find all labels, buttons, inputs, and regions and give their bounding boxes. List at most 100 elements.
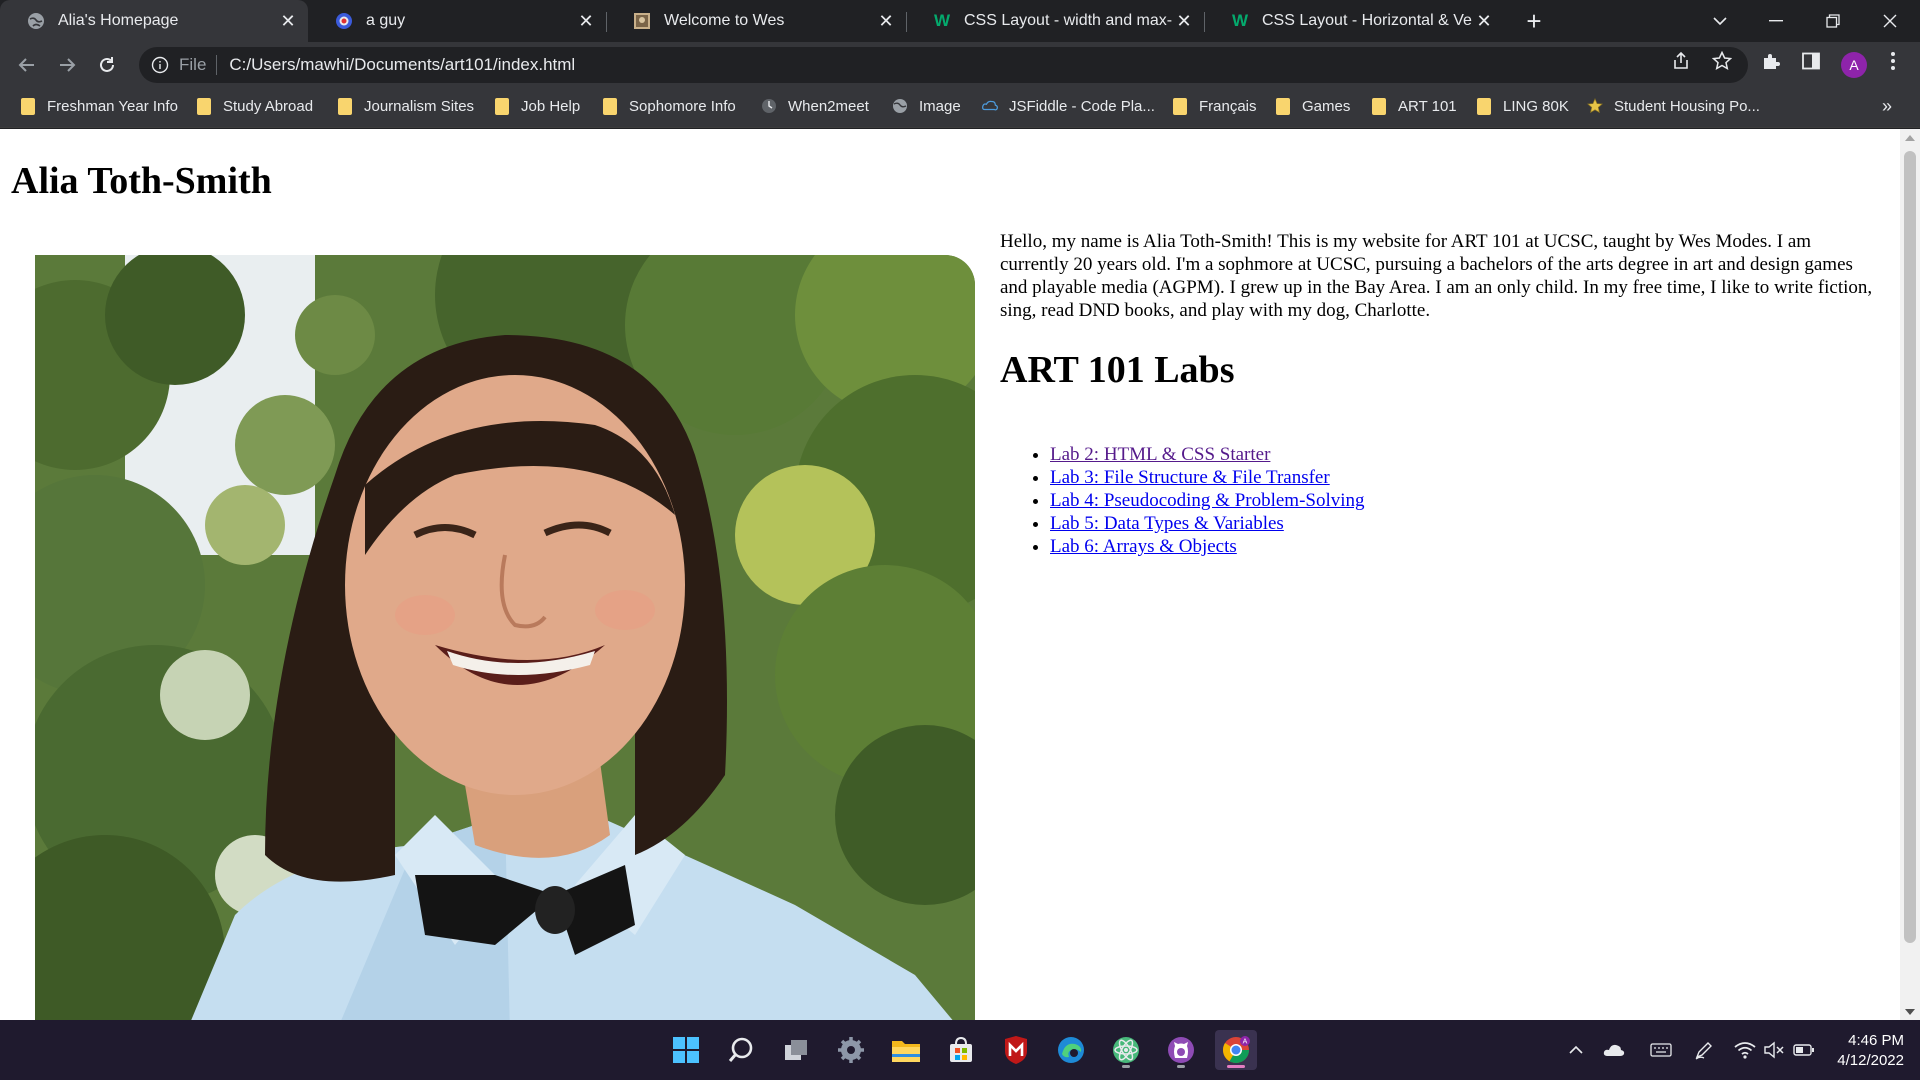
bookmark-label: When2meet <box>788 97 869 115</box>
more-menu-icon[interactable] <box>1882 50 1904 72</box>
share-icon[interactable] <box>1670 50 1692 72</box>
atom-icon[interactable] <box>1105 1030 1147 1070</box>
page-viewport: Alia Toth-Smith Hello, my name is Alia T… <box>0 129 1900 1020</box>
search-icon[interactable] <box>720 1030 762 1070</box>
forward-arrow-icon <box>60 58 76 72</box>
info-icon[interactable] <box>151 56 169 74</box>
lab-3-link[interactable]: Lab 3: File Structure & File Transfer <box>1050 467 1330 488</box>
mcafee-icon[interactable] <box>995 1030 1037 1070</box>
bookmarks-overflow-button[interactable]: » <box>1882 96 1892 117</box>
vertical-scrollbar[interactable] <box>1900 129 1920 1020</box>
scrollbar-thumb[interactable] <box>1904 151 1916 943</box>
restore-button[interactable] <box>1805 0 1861 42</box>
system-clock[interactable]: 4:46 PM 4/12/2022 <box>1828 1031 1904 1071</box>
app-icon <box>334 11 354 31</box>
back-button[interactable] <box>11 49 43 81</box>
chevron-down-icon <box>1713 17 1727 26</box>
tab-alias-homepage[interactable]: Alia's Homepage ✕ <box>0 0 308 42</box>
bookmark-label: Study Abroad <box>223 97 314 115</box>
lab-4-link[interactable]: Lab 4: Pseudocoding & Problem-Solving <box>1050 490 1365 511</box>
tab-title: CSS Layout - Horizontal & Vertica <box>1262 12 1472 29</box>
tab-welcome-to-wes[interactable]: Welcome to Wes ✕ <box>606 0 906 42</box>
chrome-icon[interactable]: A <box>1215 1030 1257 1070</box>
github-desktop-icon[interactable] <box>1160 1030 1202 1070</box>
tab-a-guy[interactable]: a guy ✕ <box>308 0 606 42</box>
bookmark-student-housing[interactable]: Student Housing Po... <box>1587 88 1760 124</box>
close-tab-icon[interactable]: ✕ <box>1172 9 1196 33</box>
minimize-icon <box>1769 20 1783 22</box>
settings-icon[interactable] <box>830 1030 872 1070</box>
list-item: Lab 4: Pseudocoding & Problem-Solving <box>1050 489 1365 512</box>
bookmark-sophomore-info[interactable]: Sophomore Info <box>602 88 736 124</box>
keyboard-icon[interactable] <box>1650 1040 1672 1060</box>
bookmark-label: Image <box>919 97 961 115</box>
bookmark-star-icon[interactable] <box>1711 50 1733 72</box>
bookmark-label: Freshman Year Info <box>47 97 178 115</box>
start-icon[interactable] <box>665 1030 707 1070</box>
bookmark-label: Journalism Sites <box>364 97 475 115</box>
store-icon[interactable] <box>940 1030 982 1070</box>
running-indicator <box>1122 1065 1130 1068</box>
bookmark-label: Sophomore Info <box>629 97 736 115</box>
close-tab-icon[interactable]: ✕ <box>1472 9 1496 33</box>
volume-muted-icon[interactable] <box>1763 1040 1785 1060</box>
lab-6-link[interactable]: Lab 6: Arrays & Objects <box>1050 536 1237 557</box>
new-tab-button[interactable]: + <box>1519 6 1549 36</box>
scheme-label: File <box>179 55 207 74</box>
bookmark-image[interactable]: Image <box>892 88 961 124</box>
battery-icon[interactable] <box>1793 1040 1815 1060</box>
tab-css-layout-horizontal[interactable]: W CSS Layout - Horizontal & Vertica ✕ <box>1204 0 1504 42</box>
page-title: Alia Toth-Smith <box>11 160 272 202</box>
bookmark-jsfiddle[interactable]: JSFiddle - Code Pla... <box>982 88 1155 124</box>
chevron-up-icon[interactable] <box>1565 1040 1587 1060</box>
url-text[interactable]: C:/Users/mawhi/Documents/art101/index.ht… <box>229 55 575 75</box>
svg-text:A: A <box>1243 1039 1248 1046</box>
close-window-button[interactable] <box>1862 0 1918 42</box>
bookmark-job-help[interactable]: Job Help <box>494 88 580 124</box>
wifi-icon[interactable] <box>1734 1040 1756 1060</box>
browser-toolbar: File C:/Users/mawhi/Documents/art101/ind… <box>0 42 1920 88</box>
side-panel-icon[interactable] <box>1800 50 1822 72</box>
when2meet-icon <box>761 98 777 114</box>
reload-button[interactable] <box>91 49 123 81</box>
tab-strip: Alia's Homepage ✕ a guy ✕ Welcome to Wes… <box>0 0 1920 42</box>
bookmark-ling-80k[interactable]: LING 80K <box>1476 88 1569 124</box>
list-item: Lab 3: File Structure & File Transfer <box>1050 466 1365 489</box>
file-explorer-icon[interactable] <box>885 1030 927 1070</box>
minimize-button[interactable] <box>1748 0 1804 42</box>
tab-css-layout-width[interactable]: W CSS Layout - width and max-widt ✕ <box>906 0 1204 42</box>
bookmark-when2meet[interactable]: When2meet <box>761 88 869 124</box>
task-view-icon[interactable] <box>775 1030 817 1070</box>
tab-title: Alia's Homepage <box>58 12 179 29</box>
scroll-up-arrow-icon[interactable] <box>1900 129 1920 146</box>
bookmark-label: Français <box>1199 97 1257 115</box>
jsfiddle-icon <box>982 98 998 114</box>
extensions-icon[interactable] <box>1760 50 1782 72</box>
bookmark-art-101[interactable]: ART 101 <box>1371 88 1457 124</box>
clock-time: 4:46 PM <box>1848 1032 1904 1049</box>
folder-icon <box>1172 97 1188 115</box>
edge-icon[interactable] <box>1050 1030 1092 1070</box>
close-tab-icon[interactable]: ✕ <box>874 9 898 33</box>
folder-icon <box>20 97 36 115</box>
bookmark-games[interactable]: Games <box>1275 88 1350 124</box>
scroll-down-arrow-icon[interactable] <box>1900 1003 1920 1020</box>
scheme-divider <box>216 55 218 75</box>
forward-button[interactable] <box>51 49 83 81</box>
bookmark-label: JSFiddle - Code Pla... <box>1009 97 1155 115</box>
bookmark-francais[interactable]: Français <box>1172 88 1257 124</box>
running-indicator <box>1177 1065 1185 1068</box>
lab-2-link[interactable]: Lab 2: HTML & CSS Starter <box>1050 444 1270 465</box>
bookmark-journalism-sites[interactable]: Journalism Sites <box>337 88 474 124</box>
onedrive-icon[interactable] <box>1603 1040 1625 1060</box>
pen-icon[interactable] <box>1693 1040 1715 1060</box>
address-bar[interactable]: File C:/Users/mawhi/Documents/art101/ind… <box>139 47 1748 83</box>
bookmark-freshman-year-info[interactable]: Freshman Year Info <box>20 88 178 124</box>
tab-search-button[interactable] <box>1692 0 1748 42</box>
lab-5-link[interactable]: Lab 5: Data Types & Variables <box>1050 513 1284 534</box>
bookmark-study-abroad[interactable]: Study Abroad <box>196 88 313 124</box>
bookmarks-bar: Freshman Year Info Study Abroad Journali… <box>0 88 1920 128</box>
profile-avatar[interactable]: A <box>1841 52 1867 78</box>
close-tab-icon[interactable]: ✕ <box>276 9 300 33</box>
close-tab-icon[interactable]: ✕ <box>574 9 598 33</box>
